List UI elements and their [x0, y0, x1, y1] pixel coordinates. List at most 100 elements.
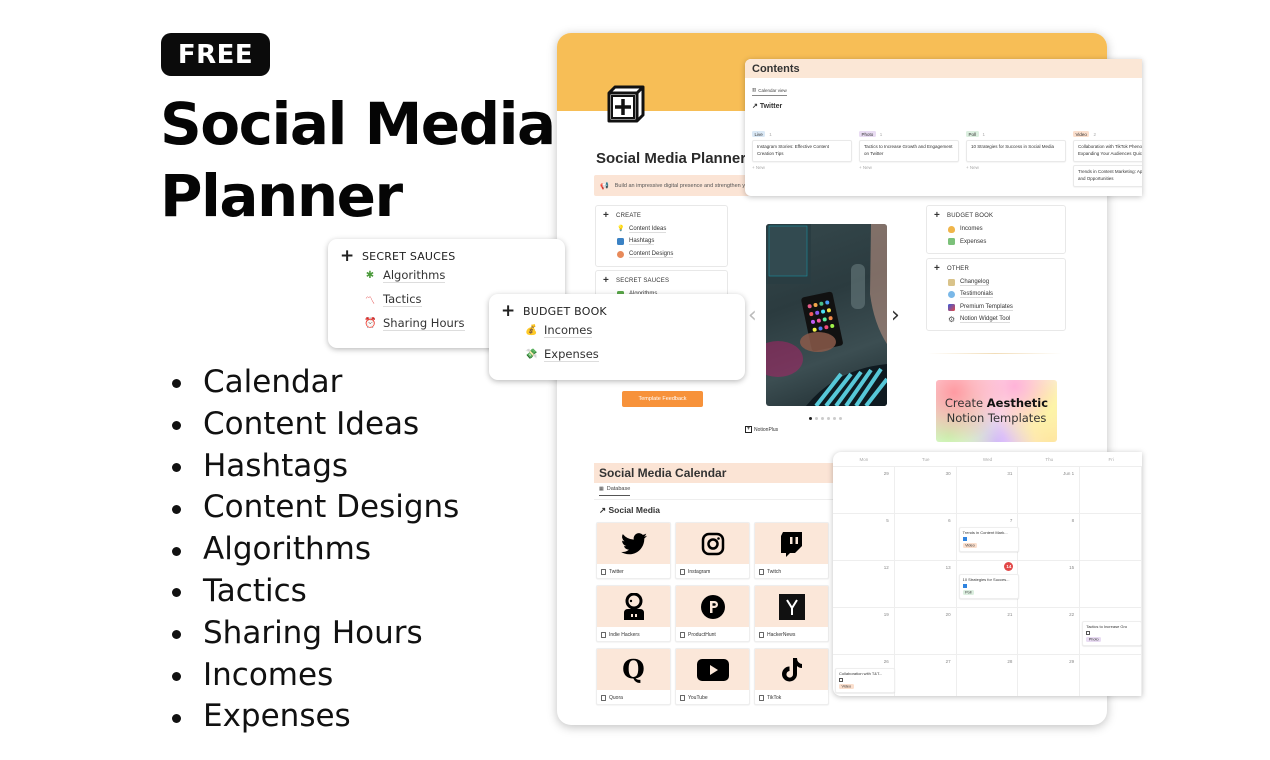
month-calendar-preview: Mon Tue Wed Thu Fri 29 30 31 Jun 1 5 6 7 Trends in …: [833, 452, 1142, 696]
gallery-card-tiktok[interactable]: TikTok: [754, 648, 829, 705]
nav-item-premium-templates[interactable]: Premium Templates: [948, 301, 1058, 314]
calendar-day[interactable]: [1080, 561, 1142, 607]
nav-item-content-ideas[interactable]: 💡 Content Ideas: [617, 223, 720, 236]
carousel-dot[interactable]: [827, 417, 830, 420]
hashtag-icon: [617, 238, 624, 246]
page-icon: [601, 695, 606, 701]
calendar-event[interactable]: Tactics to Increase Gro Photo: [1082, 621, 1142, 646]
plus-icon[interactable]: +: [340, 248, 362, 265]
carousel-dot[interactable]: [821, 417, 824, 420]
gallery-card-youtube[interactable]: YouTube: [675, 648, 750, 705]
alarm-clock-icon: ⏰: [364, 317, 377, 329]
checkbox[interactable]: [962, 537, 967, 541]
tab-calendar-view[interactable]: ▥ Calendar view: [752, 87, 787, 96]
twitter-heading[interactable]: ↗ Twitter: [752, 102, 1142, 110]
nav-item-notion-widget-tool[interactable]: ⚙ Notion Widget Tool: [948, 314, 1058, 327]
bullet-icon: [172, 379, 181, 389]
calendar-day[interactable]: 28: [957, 655, 1019, 696]
calendar-day[interactable]: [1080, 655, 1142, 696]
calendar-day[interactable]: Tactics to Increase Gro Photo: [1080, 608, 1142, 654]
calendar-day[interactable]: 6: [895, 514, 957, 560]
aesthetic-templates-banner[interactable]: Create Aesthetic Notion Templates: [936, 380, 1057, 442]
carousel-next-button[interactable]: ›: [891, 303, 900, 328]
bullet-icon: [172, 421, 181, 431]
calendar-day[interactable]: 30: [895, 467, 957, 513]
plus-icon[interactable]: +: [501, 303, 523, 320]
nav-item-testimonials[interactable]: Testimonials: [948, 289, 1058, 302]
board-card[interactable]: Trends in Content Marketing: Approaches …: [1073, 165, 1142, 187]
board-card[interactable]: Tactics to Increase Growth and Engagemen…: [859, 140, 959, 162]
popout-item-expenses[interactable]: 💸 Expenses: [525, 342, 733, 366]
gallery-card-hackernews[interactable]: HackerNews: [754, 585, 829, 642]
twitch-icon: [780, 531, 802, 557]
calendar-day[interactable]: 20: [895, 608, 957, 654]
gallery-card-twitter[interactable]: Twitter: [596, 522, 671, 579]
checkbox[interactable]: [1086, 631, 1091, 635]
nav-item-changelog[interactable]: Changelog: [948, 276, 1058, 289]
social-media-heading[interactable]: ↗ Social Media: [599, 505, 660, 516]
calendar-day[interactable]: 12: [833, 561, 895, 607]
gallery-card-producthunt[interactable]: ProductHunt: [675, 585, 750, 642]
board-card[interactable]: 10 Strategies for Success in Social Medi…: [966, 140, 1066, 162]
popout-item-algorithms[interactable]: ✱ Algorithms: [364, 263, 553, 287]
checkbox[interactable]: [962, 584, 967, 588]
carousel-dot[interactable]: [815, 417, 818, 420]
calendar-day[interactable]: 13: [895, 561, 957, 607]
calendar-day[interactable]: [1080, 514, 1142, 560]
contents-title: Contents: [745, 59, 1142, 78]
calendar-event[interactable]: Trends in Content Mark... Video: [958, 527, 1019, 552]
plus-icon[interactable]: +: [603, 276, 609, 286]
calendar-day[interactable]: 29: [833, 467, 895, 513]
gallery-card-quora[interactable]: Q Quora: [596, 648, 671, 705]
tab-database[interactable]: ▦ Database: [599, 486, 631, 496]
calendar-day[interactable]: 29: [1018, 655, 1081, 696]
calendar-day[interactable]: 19: [833, 608, 895, 654]
day-number: 7: [1009, 518, 1013, 523]
board-card[interactable]: Instagram Stories: Effective Content Cre…: [752, 140, 852, 162]
board-card[interactable]: Collaboration with TikTok Phenomena: Exp…: [1073, 140, 1142, 162]
template-feedback-button[interactable]: Template Feedback: [622, 391, 703, 407]
plus-icon[interactable]: +: [934, 264, 940, 274]
nav-item-expenses[interactable]: Expenses: [948, 236, 1058, 249]
calendar-day[interactable]: 22: [1018, 608, 1081, 654]
page-icon: [680, 632, 685, 638]
gallery-card-indie-hackers[interactable]: Indie Hackers: [596, 585, 671, 642]
calendar-event[interactable]: Collaboration with T&T... Video: [835, 668, 895, 693]
gallery-card-instagram[interactable]: Instagram: [675, 522, 750, 579]
calendar-day[interactable]: 14 10 Strategies for Succes... Poll: [957, 561, 1019, 607]
calendar-day[interactable]: 8: [1018, 514, 1081, 560]
plus-icon[interactable]: +: [603, 211, 609, 221]
nav-item-incomes[interactable]: Incomes: [948, 223, 1058, 236]
calendar-day[interactable]: 5: [833, 514, 895, 560]
carousel-dot[interactable]: [839, 417, 842, 420]
calendar-day[interactable]: 7 Trends in Content Mark... Video: [957, 514, 1019, 560]
notionplus-brand[interactable]: + NotionPlus: [745, 426, 778, 433]
popout-item-incomes[interactable]: 💰 Incomes: [525, 318, 733, 342]
carousel-image[interactable]: [766, 224, 887, 406]
puzzle-icon: ✱: [365, 269, 375, 281]
plus-icon[interactable]: +: [934, 211, 940, 221]
new-card-button[interactable]: + New: [966, 165, 1066, 170]
carousel-dot[interactable]: [833, 417, 836, 420]
nav-item-hashtags[interactable]: Hashtags: [617, 236, 720, 249]
carousel-prev-button[interactable]: ‹: [748, 303, 757, 328]
kanban-board: Live 1 Instagram Stories: Effective Conten…: [752, 131, 1142, 190]
event-title: 10 Strategies for Succes...: [962, 577, 1010, 582]
nav-item-content-designs[interactable]: Content Designs: [617, 248, 720, 261]
calendar-day[interactable]: Jun 1: [1018, 467, 1081, 513]
checkbox[interactable]: [839, 678, 843, 682]
calendar-day[interactable]: 21: [957, 608, 1019, 654]
calendar-day[interactable]: 31: [957, 467, 1019, 513]
new-card-button[interactable]: + New: [859, 165, 959, 170]
gallery-card-twitch[interactable]: Twitch: [754, 522, 829, 579]
weekday-label: Thu: [1045, 457, 1054, 462]
calendar-event[interactable]: 10 Strategies for Succes... Poll: [958, 574, 1019, 599]
instagram-icon: [701, 532, 724, 555]
calendar-day[interactable]: [1080, 467, 1142, 513]
calendar-day[interactable]: 26 Collaboration with T&T... Video: [833, 655, 895, 696]
carousel-dot[interactable]: [809, 417, 812, 420]
calendar-day[interactable]: 15: [1018, 561, 1081, 607]
feature-label: Calendar: [203, 364, 343, 400]
new-card-button[interactable]: + New: [752, 165, 852, 170]
calendar-day[interactable]: 27: [895, 655, 957, 696]
